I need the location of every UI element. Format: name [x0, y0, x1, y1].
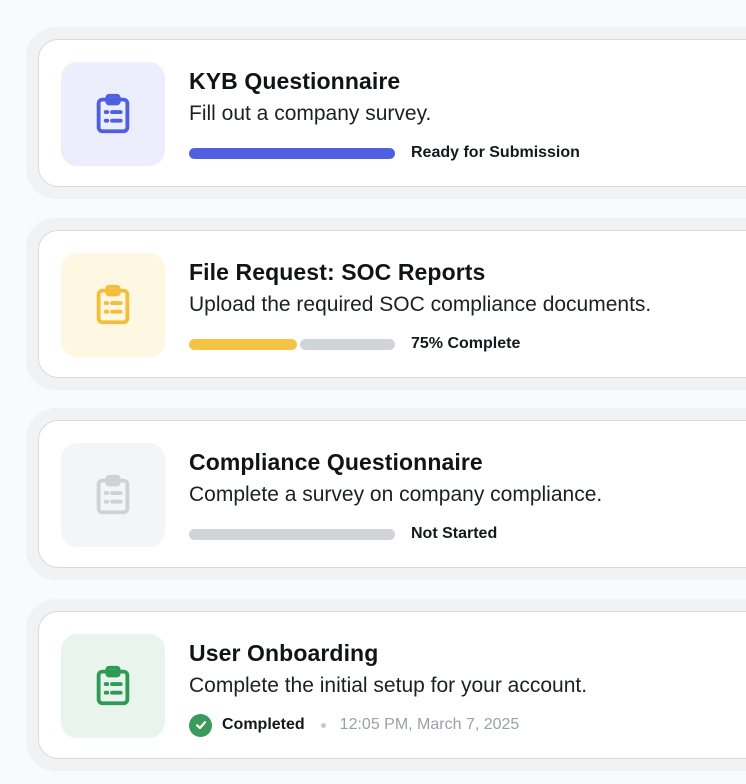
- task-description: Upload the required SOC compliance docum…: [189, 293, 652, 316]
- progress-bar-fill: [189, 148, 395, 159]
- check-circle-icon: [189, 713, 212, 737]
- task-card-file-request-soc-reports[interactable]: File Request: SOC Reports Upload the req…: [38, 230, 746, 378]
- task-status: Completed: [222, 716, 305, 733]
- completion-row: Completed 12:05 PM, March 7, 2025: [189, 713, 519, 737]
- task-description: Complete the initial setup for your acco…: [189, 674, 588, 697]
- task-title: KYB Questionnaire: [189, 68, 401, 94]
- progress-bar: [189, 529, 395, 540]
- progress-bar-fill: [189, 339, 298, 350]
- task-status: 75% Complete: [411, 335, 521, 352]
- clipboard-list-icon: [61, 634, 165, 738]
- progress-bar-track: [300, 339, 395, 350]
- task-card-user-onboarding[interactable]: User Onboarding Complete the initial set…: [38, 611, 746, 759]
- task-title: User Onboarding: [189, 640, 379, 666]
- clipboard-list-icon: [61, 253, 165, 357]
- task-title: File Request: SOC Reports: [189, 259, 486, 285]
- separator-dot: [320, 722, 326, 728]
- task-status: Not Started: [411, 525, 498, 542]
- task-description: Fill out a company survey.: [189, 102, 432, 125]
- progress-bar-track: [189, 529, 395, 540]
- task-list: KYB Questionnaire Fill out a company sur…: [0, 0, 746, 784]
- progress-bar: [189, 339, 395, 350]
- task-card-kyb-questionnaire[interactable]: KYB Questionnaire Fill out a company sur…: [38, 39, 746, 187]
- task-title: Compliance Questionnaire: [189, 449, 483, 475]
- progress-bar: [189, 148, 395, 159]
- task-description: Complete a survey on company compliance.: [189, 483, 603, 506]
- task-card-compliance-questionnaire[interactable]: Compliance Questionnaire Complete a surv…: [38, 420, 746, 568]
- task-status: Ready for Submission: [411, 144, 580, 161]
- clipboard-list-icon: [61, 62, 165, 166]
- completed-timestamp: 12:05 PM, March 7, 2025: [339, 716, 520, 733]
- clipboard-list-icon: [61, 443, 165, 547]
